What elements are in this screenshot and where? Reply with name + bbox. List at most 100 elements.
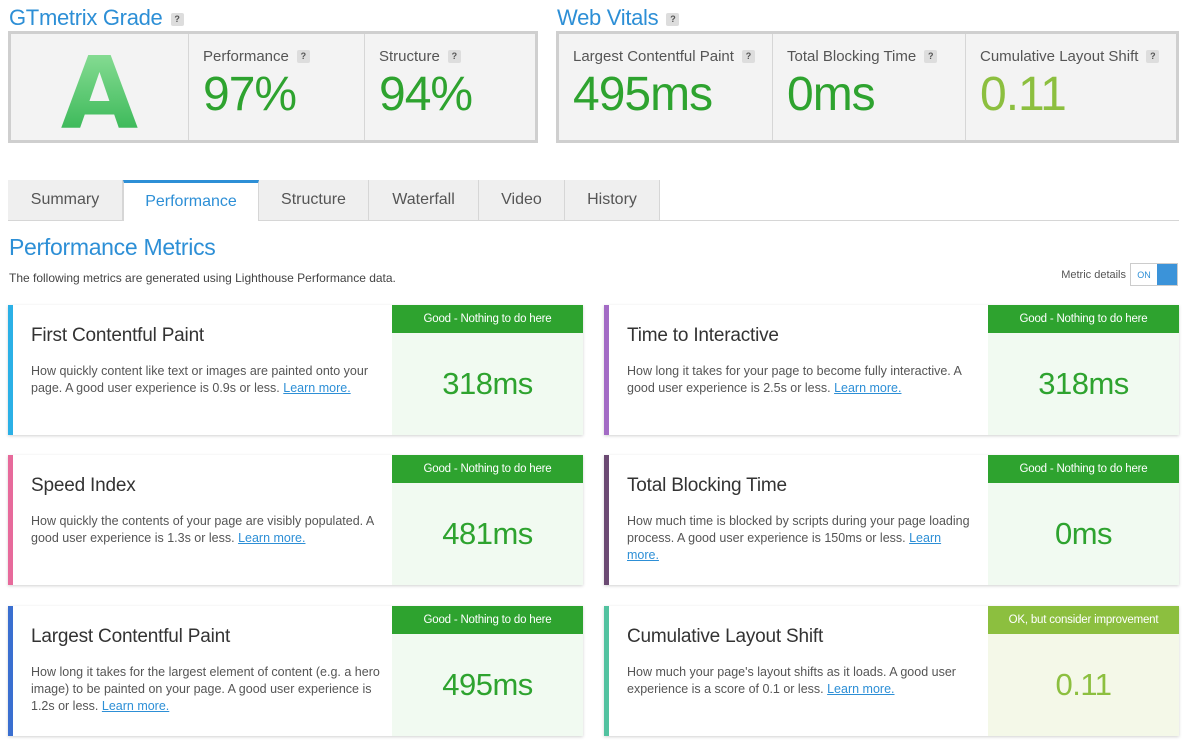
metric-description-text: How quickly the contents of your page ar… [31, 514, 374, 545]
card-body: First Contentful Paint How quickly conte… [13, 305, 392, 435]
help-icon[interactable]: ? [741, 50, 755, 63]
toggle-knob [1157, 264, 1177, 285]
grade-cell: A [11, 34, 188, 144]
metric-details-label: Metric details [1061, 268, 1126, 281]
tab-history[interactable]: History [565, 180, 660, 220]
tab-structure[interactable]: Structure [259, 180, 369, 220]
metric-result: Good - Nothing to do here 495ms [392, 606, 583, 736]
structure-label-row: Structure? [379, 48, 521, 65]
grade-panel: A Performance? 97% Structure? 94% [8, 31, 538, 144]
structure-label: Structure [379, 48, 440, 65]
lcp-value: 495ms [573, 68, 713, 121]
tbt-label-row: Total Blocking Time? [787, 48, 951, 65]
metric-description-text: How much your page's layout shifts as it… [627, 665, 956, 696]
metric-result: OK, but consider improvement 0.11 [988, 606, 1179, 736]
grade-letter: A [60, 35, 139, 152]
metric-name: Cumulative Layout Shift [627, 626, 824, 647]
learn-more-link[interactable]: Learn more. [834, 381, 901, 395]
metric-description: How much time is blocked by scripts duri… [627, 513, 976, 564]
performance-score-cell: Performance? 97% [188, 34, 364, 140]
card-body: Total Blocking Time How much time is blo… [609, 455, 988, 585]
learn-more-link[interactable]: Learn more. [102, 699, 169, 713]
status-badge: OK, but consider improvement [988, 606, 1179, 634]
metric-value: 0ms [988, 483, 1179, 585]
metric-description: How quickly content like text or images … [31, 363, 380, 397]
lcp-label-row: Largest Contentful Paint? [573, 48, 758, 65]
cls-value: 0.11 [980, 68, 1067, 121]
status-badge: Good - Nothing to do here [392, 455, 583, 483]
metric-value: 318ms [392, 333, 583, 435]
help-icon[interactable]: ? [170, 12, 184, 26]
metric-result: Good - Nothing to do here 481ms [392, 455, 583, 585]
metric-card-tbt: Total Blocking Time How much time is blo… [604, 455, 1179, 585]
web-vitals-title: Web Vitals? [557, 5, 680, 31]
card-body: Cumulative Layout Shift How much your pa… [609, 606, 988, 736]
metric-card-speed-index: Speed Index How quickly the contents of … [8, 455, 583, 585]
metric-value: 0.11 [988, 634, 1179, 736]
metric-description: How quickly the contents of your page ar… [31, 513, 380, 547]
help-icon[interactable]: ? [924, 50, 938, 63]
status-badge: Good - Nothing to do here [988, 455, 1179, 483]
metric-result: Good - Nothing to do here 318ms [988, 305, 1179, 435]
metric-card-lcp: Largest Contentful Paint How long it tak… [8, 606, 583, 736]
cls-label-row: Cumulative Layout Shift? [980, 48, 1162, 65]
tbt-value: 0ms [787, 68, 876, 121]
metric-name: Largest Contentful Paint [31, 626, 231, 647]
metric-value: 318ms [988, 333, 1179, 435]
web-vitals-panel: Largest Contentful Paint? 495ms Total Bl… [556, 31, 1179, 143]
performance-metrics-subtitle: The following metrics are generated usin… [9, 271, 396, 285]
learn-more-link[interactable]: Learn more. [238, 531, 305, 545]
help-icon[interactable]: ? [666, 12, 680, 26]
tab-waterfall[interactable]: Waterfall [369, 180, 479, 220]
metric-details-toggle[interactable]: ON [1130, 263, 1178, 286]
metric-description: How long it takes for the largest elemen… [31, 664, 380, 715]
status-badge: Good - Nothing to do here [392, 305, 583, 333]
card-body: Speed Index How quickly the contents of … [13, 455, 392, 585]
metric-name: Speed Index [31, 475, 136, 496]
tab-video[interactable]: Video [479, 180, 565, 220]
metric-details-control: Metric details ON [1061, 263, 1178, 286]
metric-card-tti: Time to Interactive How long it takes fo… [604, 305, 1179, 435]
learn-more-link[interactable]: Learn more. [827, 682, 894, 696]
performance-label: Performance [203, 48, 289, 65]
toggle-state: ON [1137, 269, 1151, 280]
metric-name: First Contentful Paint [31, 325, 205, 346]
metric-description-text: How long it takes for the largest elemen… [31, 665, 380, 713]
performance-score: 97% [203, 68, 297, 121]
lcp-cell: Largest Contentful Paint? 495ms [559, 34, 772, 140]
metric-name: Total Blocking Time [627, 475, 787, 496]
metric-description-text: How long it takes for your page to becom… [627, 364, 962, 395]
status-badge: Good - Nothing to do here [392, 606, 583, 634]
tab-summary[interactable]: Summary [8, 180, 123, 220]
card-body: Time to Interactive How long it takes fo… [609, 305, 988, 435]
gtmetrix-grade-label: GTmetrix Grade [9, 5, 163, 30]
metric-description: How long it takes for your page to becom… [627, 363, 976, 397]
lcp-label: Largest Contentful Paint [573, 48, 734, 65]
metric-description: How much your page's layout shifts as it… [627, 664, 976, 698]
help-icon[interactable]: ? [296, 50, 310, 63]
status-badge: Good - Nothing to do here [988, 305, 1179, 333]
tab-performance[interactable]: Performance [123, 180, 259, 221]
metric-card-cls: Cumulative Layout Shift How much your pa… [604, 606, 1179, 736]
cls-cell: Cumulative Layout Shift? 0.11 [965, 34, 1176, 140]
report-tabs: Summary Performance Structure Waterfall … [8, 180, 1179, 221]
structure-score: 94% [379, 68, 473, 121]
web-vitals-label: Web Vitals [557, 5, 659, 30]
structure-score-cell: Structure? 94% [364, 34, 535, 140]
tbt-cell: Total Blocking Time? 0ms [772, 34, 965, 140]
help-icon[interactable]: ? [447, 50, 461, 63]
metric-value: 495ms [392, 634, 583, 736]
gtmetrix-grade-title: GTmetrix Grade? [9, 5, 184, 31]
metric-name: Time to Interactive [627, 325, 779, 346]
metric-value: 481ms [392, 483, 583, 585]
metric-card-fcp: First Contentful Paint How quickly conte… [8, 305, 583, 435]
performance-label-row: Performance? [203, 48, 350, 65]
help-icon[interactable]: ? [1146, 50, 1160, 63]
performance-metrics-title: Performance Metrics [9, 234, 216, 260]
metric-result: Good - Nothing to do here 0ms [988, 455, 1179, 585]
learn-more-link[interactable]: Learn more. [283, 381, 350, 395]
cls-label: Cumulative Layout Shift [980, 48, 1139, 65]
card-body: Largest Contentful Paint How long it tak… [13, 606, 392, 736]
tbt-label: Total Blocking Time [787, 48, 917, 65]
metric-result: Good - Nothing to do here 318ms [392, 305, 583, 435]
